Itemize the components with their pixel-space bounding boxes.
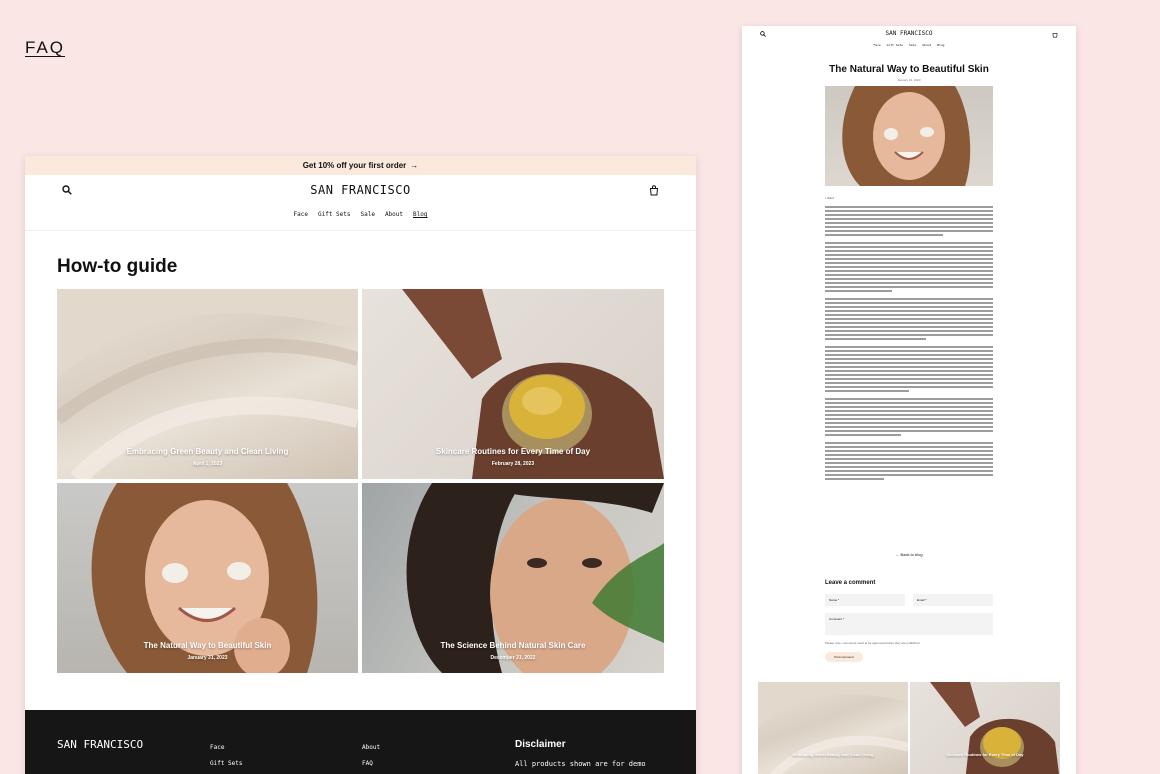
site-logo[interactable]: SAN FRANCISCO	[25, 183, 696, 197]
woman-cream-image	[842, 86, 971, 186]
comment-field[interactable]: Comment *	[825, 613, 993, 635]
nav-item-about[interactable]: About	[922, 43, 931, 47]
blog-card-title: Skincare Routines for Every Time of Day	[435, 447, 591, 456]
nav-item-blog[interactable]: Blog	[937, 43, 944, 47]
blog-card-title: Embracing Green Beauty and Clean Living	[126, 447, 289, 456]
balm-jar-image	[930, 682, 1059, 774]
footer-link-face[interactable]: Face	[210, 740, 243, 756]
site-logo[interactable]: SAN FRANCISCO	[742, 30, 1076, 37]
name-field[interactable]: Name *	[825, 594, 905, 606]
nav-item-sale[interactable]: Sale	[909, 43, 916, 47]
article-nav: Face Gift Sets Sale About Blog	[742, 43, 1076, 47]
article-title: The Natural Way to Beautiful Skin	[829, 64, 989, 75]
related-post-card[interactable]: Embracing Green Beauty and Clean Living	[758, 682, 908, 774]
site-footer: SAN FRANCISCO Face Gift Sets About FAQ D…	[25, 710, 696, 774]
footer-link-about[interactable]: About	[362, 740, 380, 756]
arrow-right-icon: →	[410, 161, 419, 170]
faq-link[interactable]: FAQ	[25, 38, 65, 58]
blog-card-date: February 28, 2023	[491, 461, 535, 467]
blog-card-caption: Skincare Routines for Every Time of Day …	[362, 447, 664, 467]
blog-card-date: December 31, 2022	[490, 655, 536, 661]
blog-card[interactable]: Skincare Routines for Every Time of Day …	[362, 289, 664, 479]
announcement-bar[interactable]: Get 10% off your first order →	[25, 156, 696, 175]
blog-card-caption: The Natural Way to Beautiful Skin Januar…	[57, 641, 358, 661]
main-nav: Face Gift Sets Sale About Blog	[25, 211, 696, 218]
blog-card[interactable]: The Natural Way to Beautiful Skin Januar…	[57, 483, 358, 673]
related-post-title: Embracing Green Beauty and Clean Living	[792, 752, 874, 757]
blog-card[interactable]: The Science Behind Natural Skin Care Dec…	[362, 483, 664, 673]
cart-icon[interactable]	[1052, 31, 1058, 38]
footer-link-faq[interactable]: FAQ	[362, 756, 380, 772]
blog-card[interactable]: Embracing Green Beauty and Clean Living …	[57, 289, 358, 479]
nav-item-about[interactable]: About	[385, 211, 403, 218]
nav-item-gift-sets[interactable]: Gift Sets	[318, 211, 351, 218]
article-paragraph	[825, 398, 993, 436]
blog-card-date: January 31, 2023	[187, 655, 228, 661]
article-paragraph	[825, 242, 993, 292]
article-paragraph	[825, 346, 993, 392]
article-body	[825, 206, 993, 486]
footer-links-col2: About FAQ	[362, 740, 380, 772]
footer-logo[interactable]: SAN FRANCISCO	[57, 738, 143, 751]
blog-card-date: April 1, 2023	[192, 461, 223, 467]
disclaimer-text: All products shown are for demo	[515, 760, 646, 768]
article-paragraph	[825, 298, 993, 340]
leave-comment-heading: Leave a comment	[825, 580, 876, 586]
article-paragraph	[825, 206, 993, 236]
blog-post-grid: Embracing Green Beauty and Clean Living …	[57, 289, 664, 673]
related-posts: Embracing Green Beauty and Clean Living …	[758, 682, 1060, 774]
related-post-title: Skincare Routines for Every Time of Day	[946, 752, 1024, 757]
footer-links-col1: Face Gift Sets	[210, 740, 243, 772]
post-comment-button[interactable]: Post comment	[825, 652, 863, 662]
fabric-image	[758, 682, 908, 774]
article-page-preview: SAN FRANCISCO Face Gift Sets Sale About …	[742, 26, 1076, 774]
disclaimer-heading: Disclaimer	[515, 739, 566, 750]
moderation-note: Please note, comments need to be approve…	[825, 641, 921, 645]
blog-card-title: The Natural Way to Beautiful Skin	[143, 641, 272, 650]
nav-item-face[interactable]: Face	[294, 211, 308, 218]
related-post-card[interactable]: Skincare Routines for Every Time of Day	[910, 682, 1060, 774]
nav-item-face[interactable]: Face	[874, 43, 881, 47]
nav-item-gift-sets[interactable]: Gift Sets	[887, 43, 903, 47]
article-header: SAN FRANCISCO Face Gift Sets Sale About …	[742, 26, 1076, 54]
article-paragraph	[825, 442, 993, 480]
announcement-text: Get 10% off your first order	[302, 161, 407, 170]
article-date: January 31, 2023	[897, 78, 921, 82]
cart-icon[interactable]	[649, 185, 659, 196]
desktop-blog-preview: Get 10% off your first order → SAN FRANC…	[25, 156, 696, 774]
email-field[interactable]: Email *	[913, 594, 993, 606]
page-title: How-to guide	[57, 256, 178, 277]
back-to-blog-link[interactable]: ← Back to blog	[742, 552, 1076, 557]
footer-link-gift-sets[interactable]: Gift Sets	[210, 756, 243, 772]
article-hero-image	[825, 86, 993, 186]
site-header: SAN FRANCISCO Face Gift Sets Sale About …	[25, 175, 696, 231]
blog-card-caption: Embracing Green Beauty and Clean Living …	[57, 447, 358, 467]
blog-card-caption: The Science Behind Natural Skin Care Dec…	[362, 641, 664, 661]
blog-card-title: The Science Behind Natural Skin Care	[440, 641, 586, 650]
nav-item-blog[interactable]: Blog	[413, 211, 427, 218]
nav-item-sale[interactable]: Sale	[361, 211, 375, 218]
article-author: I. Bard	[825, 196, 834, 200]
